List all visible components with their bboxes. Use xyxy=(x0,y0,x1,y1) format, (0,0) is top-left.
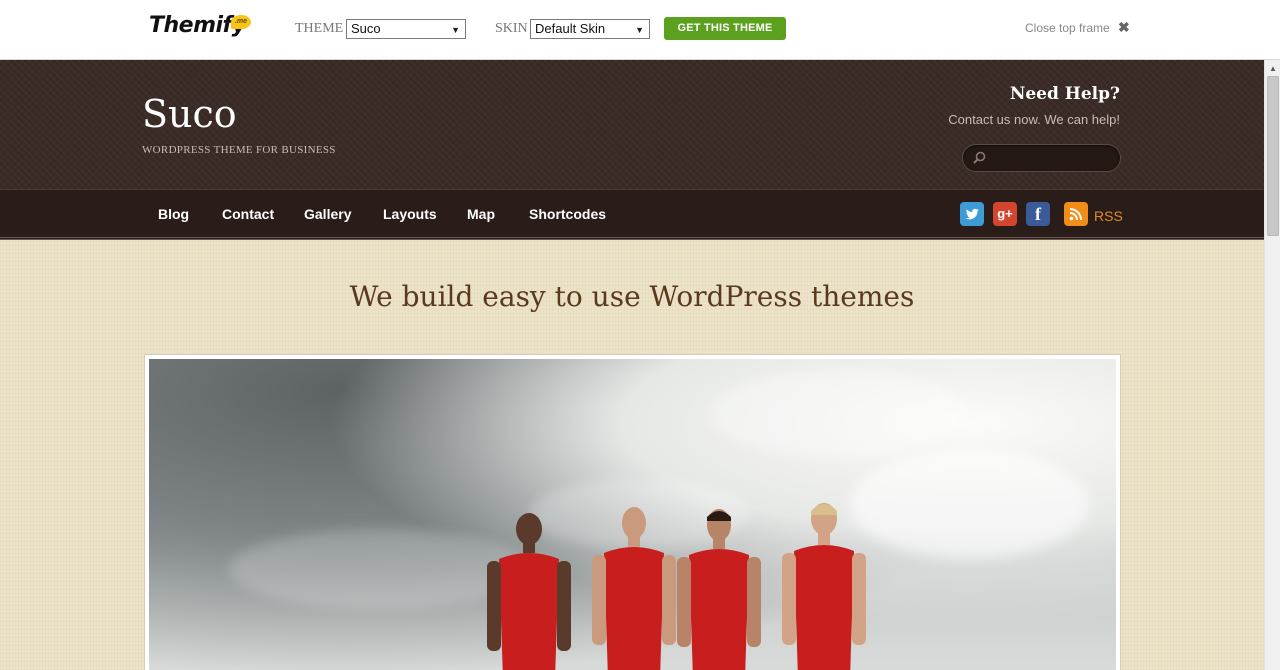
facebook-icon[interactable]: f xyxy=(1026,202,1050,226)
rss-link[interactable]: RSS xyxy=(1094,208,1123,224)
nav-item-layouts[interactable]: Layouts xyxy=(383,206,437,222)
theme-label: THEME xyxy=(295,21,344,36)
help-subtitle: Contact us now. We can help! xyxy=(948,112,1120,127)
vertical-scrollbar[interactable]: ▲ xyxy=(1264,60,1280,670)
main-navigation: Blog Contact Gallery Layouts Map Shortco… xyxy=(0,189,1264,240)
close-top-frame-link[interactable]: Close top frame xyxy=(1025,21,1110,35)
nav-item-blog[interactable]: Blog xyxy=(158,206,189,222)
site-tagline: WORDPRESS THEME FOR BUSINESS xyxy=(142,144,336,156)
skin-select[interactable]: Default Skin ▼ xyxy=(530,19,650,39)
google-plus-icon[interactable]: g+ xyxy=(993,202,1017,226)
main-content: We build easy to use WordPress themes xyxy=(0,240,1264,670)
search-icon xyxy=(973,151,986,164)
logo-badge: .me xyxy=(231,15,251,29)
team-figures xyxy=(487,503,866,670)
skin-select-value: Default Skin xyxy=(535,21,606,36)
dropdown-arrow-icon: ▼ xyxy=(635,25,644,35)
hero-slider[interactable] xyxy=(144,354,1121,670)
search-input[interactable] xyxy=(962,144,1121,172)
get-this-theme-button[interactable]: GET THIS THEME xyxy=(664,17,786,40)
help-title: Need Help? xyxy=(1009,84,1120,104)
close-icon[interactable]: ✖ xyxy=(1118,19,1130,36)
nav-item-shortcodes[interactable]: Shortcodes xyxy=(529,206,606,222)
nav-item-gallery[interactable]: Gallery xyxy=(304,206,351,222)
dropdown-arrow-icon: ▼ xyxy=(451,25,460,35)
nav-item-map[interactable]: Map xyxy=(467,206,495,222)
site-title[interactable]: Suco xyxy=(142,92,237,136)
site-header: Suco WORDPRESS THEME FOR BUSINESS Need H… xyxy=(0,60,1264,189)
top-frame-bar: Themify .me THEME Suco ▼ SKIN Default Sk… xyxy=(0,0,1280,60)
skin-label: SKIN xyxy=(495,21,528,36)
theme-select-value: Suco xyxy=(351,21,381,36)
page-headline: We build easy to use WordPress themes xyxy=(349,280,915,313)
scrollbar-thumb[interactable] xyxy=(1267,76,1279,236)
hero-image xyxy=(149,359,1116,670)
theme-select[interactable]: Suco ▼ xyxy=(346,19,466,39)
nav-item-contact[interactable]: Contact xyxy=(222,206,274,222)
rss-icon[interactable] xyxy=(1064,202,1088,226)
scroll-up-arrow-icon[interactable]: ▲ xyxy=(1269,64,1277,73)
twitter-icon[interactable] xyxy=(960,202,984,226)
